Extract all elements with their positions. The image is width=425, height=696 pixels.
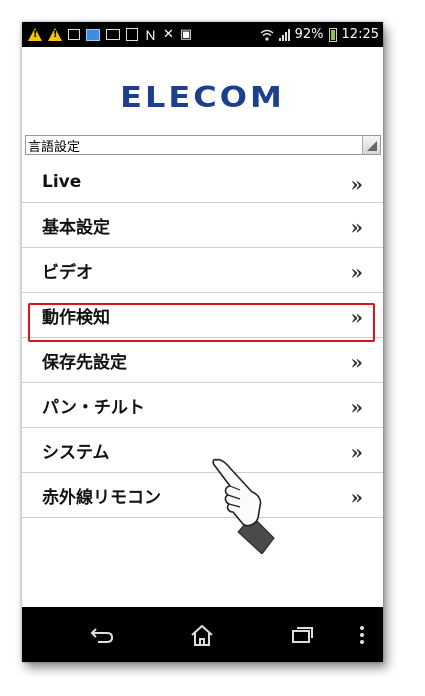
nfc-icon: Ｎ [144, 29, 158, 44]
menu-item-label: 動作検知 [42, 307, 110, 328]
app-icon [86, 28, 100, 41]
status-time: 12:25 [341, 27, 379, 42]
recent-apps-icon[interactable] [288, 621, 316, 649]
menu-item-basic-settings[interactable]: 基本設定 » [22, 203, 383, 248]
screenshot-icon [68, 29, 80, 40]
menu-item-system[interactable]: システム » [22, 428, 383, 473]
phone-screen: Ｎ ✕ ▣ 92% 12:25 ELECOM 言語設定 Live [22, 22, 383, 662]
gallery-icon [106, 29, 120, 40]
chevron-right-icon: » [350, 484, 364, 509]
data-icon: ▣ [179, 27, 193, 42]
home-icon[interactable] [188, 621, 216, 649]
battery-percent: 92% [294, 27, 324, 42]
dropdown-arrow-icon [362, 136, 380, 154]
wifi-icon [260, 29, 274, 41]
chevron-right-icon: » [350, 259, 364, 284]
menu-item-live[interactable]: Live » [22, 161, 383, 203]
menu-item-pan-tilt[interactable]: パン・チルト » [22, 383, 383, 428]
chevron-right-icon: » [350, 214, 364, 239]
menu-item-label: Live [42, 171, 82, 192]
navigation-bar [22, 607, 383, 662]
menu-item-label: 保存先設定 [42, 352, 127, 373]
vibrate-icon: ✕ [163, 27, 174, 42]
header: ELECOM [22, 47, 383, 147]
signal-icon [278, 28, 290, 41]
language-select-label: 言語設定 [28, 139, 81, 155]
menu-icon[interactable] [352, 621, 372, 649]
language-select[interactable]: 言語設定 [25, 135, 381, 155]
menu-item-label: パン・チルト [42, 397, 145, 418]
settings-menu: Live » 基本設定 » ビデオ » 動作検知 » 保存先設定 » パン・チル… [22, 161, 383, 518]
warning-icon [28, 28, 42, 41]
status-bar: Ｎ ✕ ▣ 92% 12:25 [22, 22, 383, 47]
chevron-right-icon: » [350, 304, 364, 329]
chevron-right-icon: » [350, 349, 364, 374]
chevron-right-icon: » [350, 394, 364, 419]
menu-item-motion-detection[interactable]: 動作検知 » [22, 293, 383, 338]
battery-icon [328, 27, 337, 42]
warning-icon [48, 28, 62, 41]
menu-item-video[interactable]: ビデオ » [22, 248, 383, 293]
elecom-logo: ELECOM [120, 79, 285, 115]
chevron-right-icon: » [350, 171, 364, 196]
pointing-hand-icon [212, 458, 275, 554]
menu-item-storage-settings[interactable]: 保存先設定 » [22, 338, 383, 383]
menu-item-label: 基本設定 [42, 217, 110, 238]
menu-item-ir-remote[interactable]: 赤外線リモコン » [22, 473, 383, 518]
chevron-right-icon: » [350, 439, 364, 464]
back-icon[interactable] [88, 621, 116, 649]
menu-item-label: 赤外線リモコン [42, 487, 161, 508]
clipboard-icon [126, 28, 138, 41]
menu-item-label: システム [42, 442, 110, 463]
menu-item-label: ビデオ [42, 262, 93, 283]
